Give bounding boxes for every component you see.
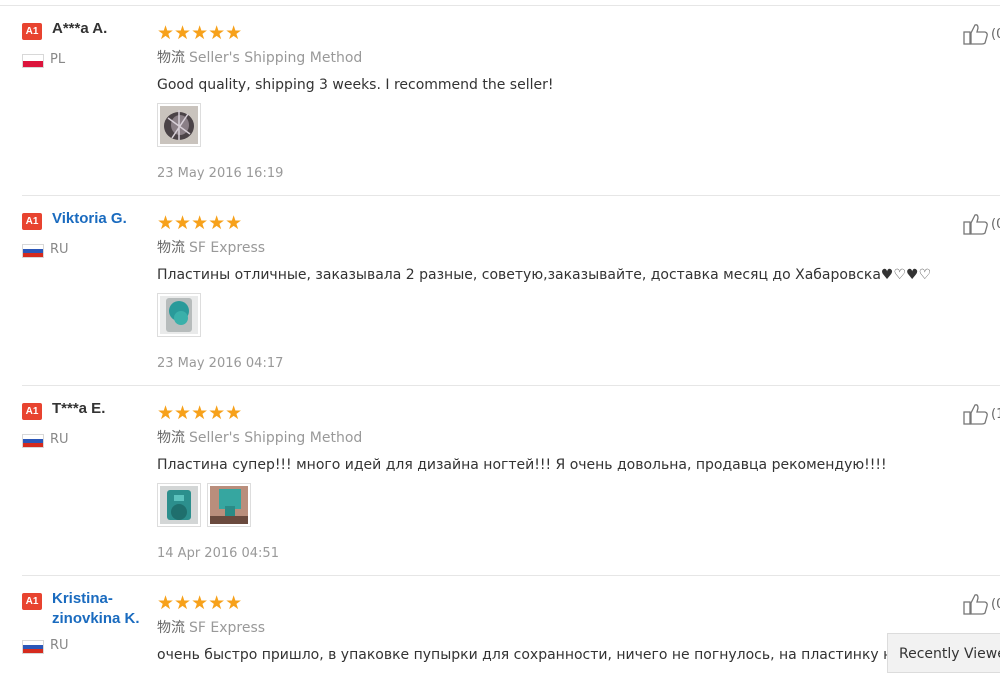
shipping-method: 物流 SF Express	[157, 238, 265, 258]
recently-viewed-tab[interactable]: Recently Viewe	[887, 633, 1000, 673]
star-rating: ★★★★★	[157, 402, 243, 424]
reviewer-name: T***a E.	[52, 400, 106, 417]
review-photos	[157, 483, 257, 527]
russia-flag-icon	[22, 434, 44, 448]
review-photo-thumbnail[interactable]	[207, 483, 251, 527]
buyer-level-badge: A1	[22, 593, 42, 610]
buyer-level-badge: A1	[22, 213, 42, 230]
shipping-prefix: 物流	[157, 620, 185, 636]
russia-flag-icon	[22, 244, 44, 258]
like-count: (1	[991, 407, 1000, 422]
thumbs-up-icon[interactable]	[963, 22, 989, 46]
review-photo-thumbnail[interactable]	[157, 293, 201, 337]
review-text: очень быстро пришло, в упаковке пупырки …	[157, 647, 887, 663]
star-rating: ★★★★★	[157, 212, 243, 234]
review-photos	[157, 293, 207, 337]
russia-flag-icon	[22, 640, 44, 654]
thumbs-up-icon[interactable]	[963, 592, 989, 616]
shipping-method-text: SF Express	[189, 620, 266, 636]
reviewer-country: RU	[50, 432, 69, 447]
reviewer-country: RU	[50, 242, 69, 257]
like-count: (0	[991, 597, 1000, 612]
star-rating: ★★★★★	[157, 22, 243, 44]
like-count: (0	[991, 217, 1000, 232]
reviewer-name[interactable]: Viktoria G.	[52, 209, 152, 229]
review-photo-thumbnail[interactable]	[157, 103, 201, 147]
review-item: A1 Kristina-zinovkina K. RU ★★★★★ 物流 SF E…	[0, 576, 1000, 667]
review-item: A1 T***a E. RU ★★★★★ 物流 Seller's Shipping…	[0, 386, 1000, 576]
review-text: Good quality, shipping 3 weeks. I recomm…	[157, 77, 554, 93]
poland-flag-icon	[22, 54, 44, 68]
review-text: Пластины отличные, заказывала 2 разные, …	[157, 267, 932, 283]
buyer-level-badge: A1	[22, 403, 42, 420]
reviewer-name[interactable]: Kristina-zinovkina K.	[52, 589, 152, 629]
reviewer-country: RU	[50, 638, 69, 653]
shipping-method-text: Seller's Shipping Method	[189, 50, 363, 66]
shipping-method: 物流 SF Express	[157, 618, 265, 638]
review-text: Пластина супер!!! много идей для дизайна…	[157, 457, 887, 473]
review-photo-image	[210, 486, 248, 524]
review-photo-image	[160, 486, 198, 524]
review-photo-image	[160, 296, 198, 334]
review-date: 23 May 2016 16:19	[157, 166, 284, 181]
like-count: (0	[991, 27, 1000, 42]
shipping-prefix: 物流	[157, 430, 185, 446]
review-photo-thumbnail[interactable]	[157, 483, 201, 527]
shipping-method-text: SF Express	[189, 240, 266, 256]
shipping-method-text: Seller's Shipping Method	[189, 430, 363, 446]
shipping-method: 物流 Seller's Shipping Method	[157, 48, 362, 68]
review-date: 23 May 2016 04:17	[157, 356, 284, 371]
review-photos	[157, 103, 207, 147]
shipping-prefix: 物流	[157, 240, 185, 256]
reviewer-name: A***a A.	[52, 20, 108, 37]
shipping-prefix: 物流	[157, 50, 185, 66]
reviewer-country: PL	[50, 52, 66, 67]
star-rating: ★★★★★	[157, 592, 243, 614]
review-item: A1 Viktoria G. RU ★★★★★ 物流 SF Express Пла…	[0, 196, 1000, 386]
thumbs-up-icon[interactable]	[963, 212, 989, 236]
thumbs-up-icon[interactable]	[963, 402, 989, 426]
buyer-level-badge: A1	[22, 23, 42, 40]
shipping-method: 物流 Seller's Shipping Method	[157, 428, 362, 448]
review-date: 14 Apr 2016 04:51	[157, 546, 279, 561]
review-item: A1 A***a A. PL ★★★★★ 物流 Seller's Shipping…	[0, 6, 1000, 196]
review-photo-image	[160, 106, 198, 144]
